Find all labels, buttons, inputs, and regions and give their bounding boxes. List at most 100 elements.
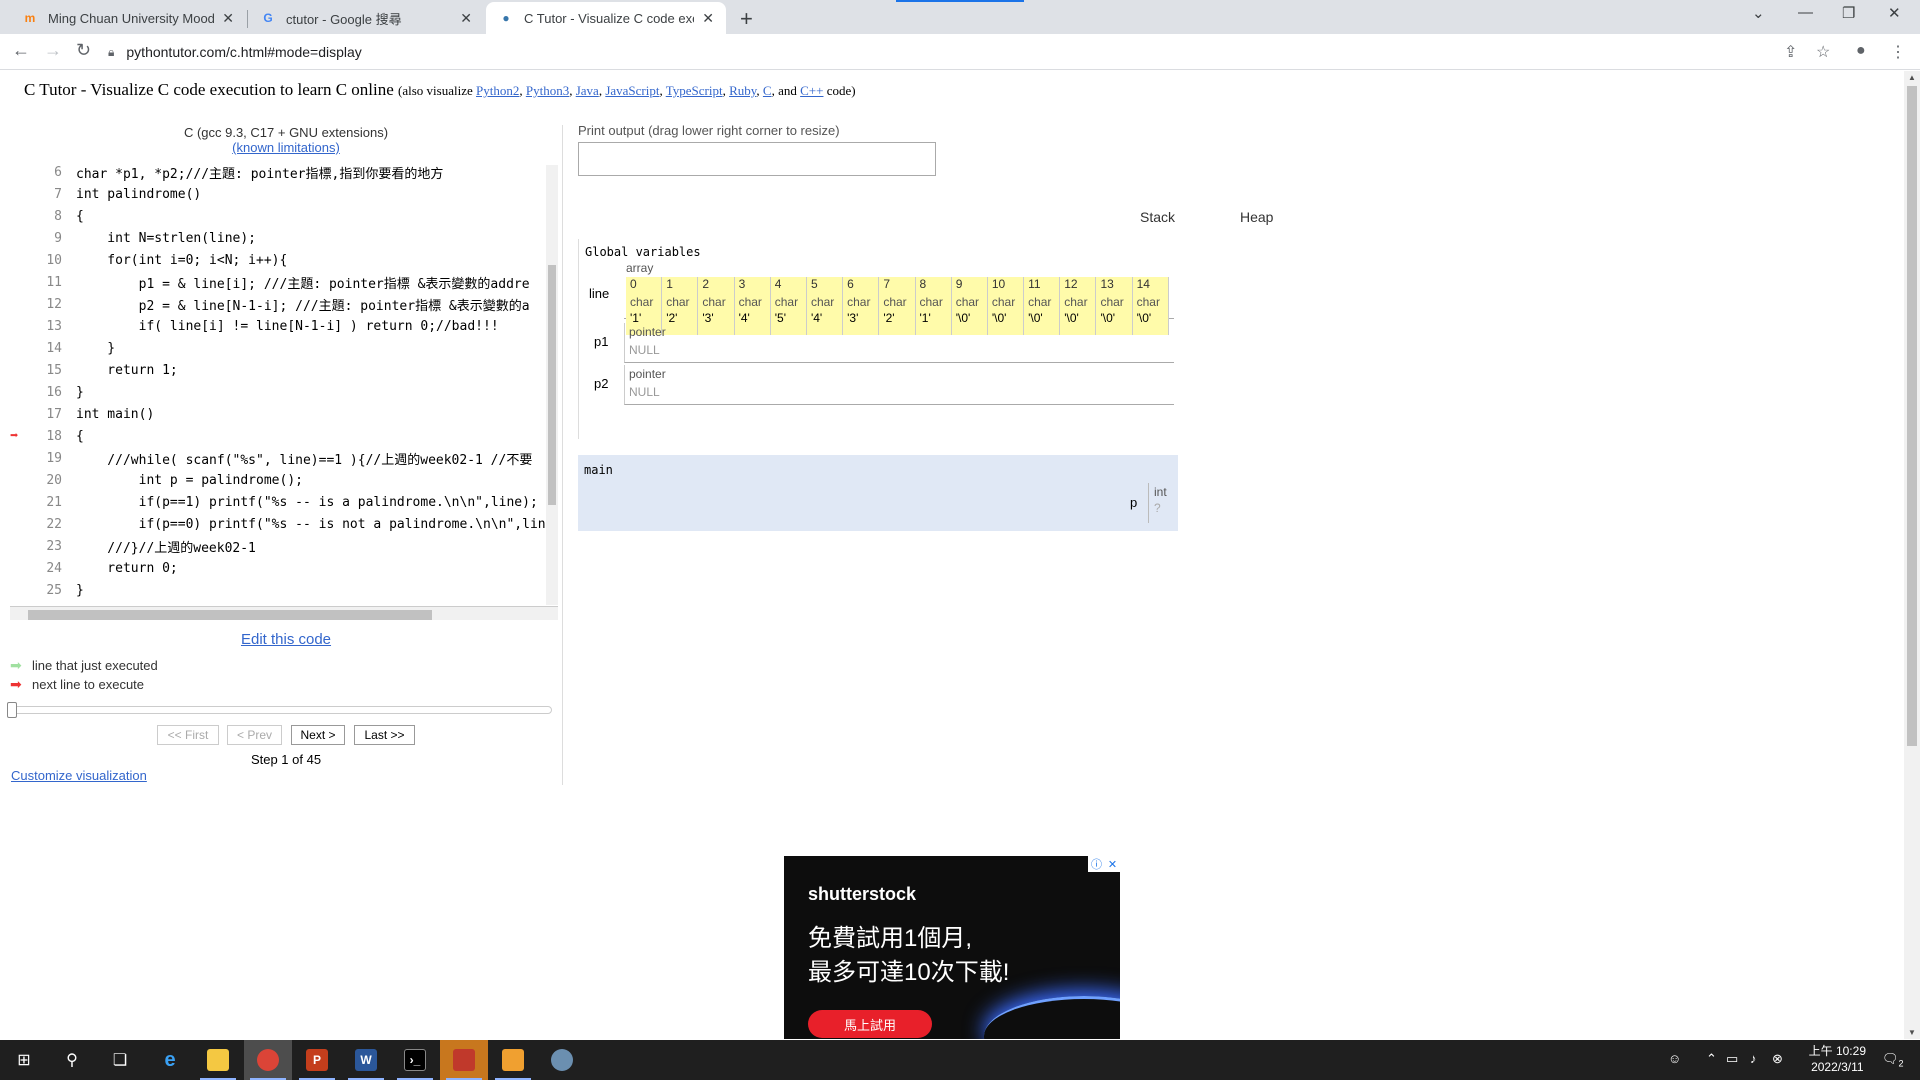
link-javascript[interactable]: JavaScript bbox=[605, 83, 659, 98]
file-explorer-icon[interactable] bbox=[194, 1040, 242, 1080]
link-c[interactable]: C bbox=[763, 83, 772, 98]
reload-icon[interactable]: ↻ bbox=[76, 40, 91, 61]
line-source: return 1; bbox=[76, 362, 178, 378]
print-output-label: Print output (drag lower right corner to… bbox=[578, 123, 840, 138]
bookmark-star-icon[interactable]: ☆ bbox=[1816, 42, 1830, 62]
cell-index: 11 bbox=[1028, 277, 1041, 291]
address-bar[interactable]: 🔒︎ pythontutor.com/c.html#mode=display bbox=[108, 38, 1808, 66]
app-icon[interactable] bbox=[489, 1040, 537, 1080]
moodle-icon: m bbox=[24, 11, 36, 25]
line-number: 13 bbox=[46, 318, 62, 334]
cell-type: char bbox=[1136, 295, 1160, 309]
link-java[interactable]: Java bbox=[576, 83, 599, 98]
line-number: 6 bbox=[54, 164, 62, 180]
link-python3[interactable]: Python3 bbox=[526, 83, 569, 98]
back-icon[interactable]: ← bbox=[12, 40, 30, 61]
advertisement[interactable]: ⓘ ✕ shutterstock 免費試用1個月, 最多可達10次下載! 馬上試用 bbox=[784, 856, 1120, 1039]
people-icon[interactable]: ☺ bbox=[1668, 1051, 1681, 1066]
forward-icon[interactable]: → bbox=[44, 40, 62, 61]
google-icon: G bbox=[263, 11, 273, 25]
codeblocks-icon[interactable] bbox=[440, 1040, 488, 1080]
window-close-icon[interactable]: ✕ bbox=[1888, 4, 1901, 22]
windows-taskbar: ⊞ ⚲ ❏ e P W ›_ ☺ ⌃ ▭ ♪ ⊗ 上午 10:29 2022/3… bbox=[0, 1040, 1920, 1080]
tab-title: Ming Chuan University Moodle bbox=[48, 10, 215, 26]
notification-icon[interactable]: 🗨︎2 bbox=[1882, 1051, 1904, 1069]
scroll-thumb[interactable] bbox=[548, 265, 556, 505]
close-icon[interactable]: ✕ bbox=[702, 10, 714, 27]
tab-ctutor[interactable]: ● C Tutor - Visualize C code execu ✕ bbox=[486, 2, 726, 34]
customize-link[interactable]: Customize visualization bbox=[11, 768, 147, 783]
p2-value: NULL bbox=[629, 385, 660, 399]
p1-type: pointer bbox=[629, 325, 666, 339]
tab-search-icon[interactable]: ⌄ bbox=[1752, 4, 1765, 22]
ad-brand: shutterstock bbox=[808, 884, 917, 904]
network-icon[interactable]: ▭ bbox=[1726, 1051, 1738, 1067]
print-output-box[interactable] bbox=[578, 142, 936, 176]
line-source: ///while( scanf("%s", line)==1 ){//上週的we… bbox=[76, 452, 533, 468]
code-line: 7 int palindrome() bbox=[10, 183, 558, 205]
page-scrollbar[interactable]: ▲ ▼ bbox=[1904, 71, 1920, 1039]
edit-code-link[interactable]: Edit this code bbox=[241, 631, 331, 648]
link-ruby[interactable]: Ruby bbox=[729, 83, 756, 98]
link-python2[interactable]: Python2 bbox=[476, 83, 519, 98]
prev-button[interactable]: < Prev bbox=[227, 725, 282, 745]
code-vertical-scrollbar[interactable] bbox=[546, 165, 558, 605]
share-icon[interactable]: ⇪ bbox=[1784, 42, 1797, 62]
slider-handle[interactable] bbox=[7, 702, 17, 718]
title-main: C Tutor - Visualize C code execution to … bbox=[24, 80, 394, 99]
link-typescript[interactable]: TypeScript bbox=[666, 83, 723, 98]
start-icon[interactable]: ⊞ bbox=[0, 1040, 48, 1080]
chrome-icon[interactable] bbox=[244, 1040, 292, 1080]
cell-type: char bbox=[883, 295, 907, 309]
line-number: 19 bbox=[46, 450, 62, 466]
page-title: C Tutor - Visualize C code execution to … bbox=[24, 80, 856, 99]
title-end: code) bbox=[826, 83, 856, 98]
first-button[interactable]: << First bbox=[157, 725, 219, 745]
menu-icon[interactable]: ⋮ bbox=[1890, 42, 1906, 62]
tab-moodle[interactable]: m Ming Chuan University Moodle ✕ bbox=[10, 2, 246, 34]
ad-graphic bbox=[984, 996, 1120, 1039]
word-icon[interactable]: W bbox=[342, 1040, 390, 1080]
tab-title: C Tutor - Visualize C code execu bbox=[524, 10, 695, 26]
scroll-thumb[interactable] bbox=[28, 610, 432, 620]
ad-cta-button[interactable]: 馬上試用 bbox=[808, 1010, 932, 1038]
code-horizontal-scrollbar[interactable] bbox=[10, 606, 558, 620]
known-limitations-link[interactable]: (known limitations) bbox=[232, 140, 340, 155]
line-source: char *p1, *p2;///主題: pointer指標,指到你要看的地方 bbox=[76, 166, 444, 182]
system-clock[interactable]: 上午 10:29 2022/3/11 bbox=[1809, 1043, 1866, 1075]
page-scroll-thumb[interactable] bbox=[1907, 86, 1917, 746]
legend-executed: ➡ line that just executed bbox=[10, 657, 158, 674]
ad-choices-icon[interactable]: ⓘ ✕ bbox=[1088, 856, 1120, 872]
tab-google[interactable]: G ctutor - Google 搜尋 ✕ bbox=[248, 2, 484, 34]
last-button[interactable]: Last >> bbox=[354, 725, 415, 745]
p-value: ? bbox=[1154, 501, 1161, 515]
terminal-icon[interactable]: ›_ bbox=[391, 1040, 439, 1080]
volume-icon[interactable]: ♪ bbox=[1750, 1051, 1757, 1066]
powerpoint-icon[interactable]: P bbox=[293, 1040, 341, 1080]
line-number: 21 bbox=[46, 494, 62, 510]
scroll-up-icon[interactable]: ▲ bbox=[1908, 73, 1916, 82]
edge-icon[interactable]: e bbox=[146, 1040, 194, 1080]
tray-expand-icon[interactable]: ⌃ bbox=[1706, 1051, 1717, 1067]
restore-icon[interactable]: ❐ bbox=[1842, 4, 1855, 22]
close-icon[interactable]: ✕ bbox=[222, 10, 234, 27]
close-icon[interactable]: ✕ bbox=[460, 10, 472, 27]
legend-next: ➡ next line to execute bbox=[10, 676, 144, 693]
cell-index: 9 bbox=[955, 277, 963, 291]
task-view-icon[interactable]: ❏ bbox=[96, 1040, 144, 1080]
minimize-icon[interactable]: — bbox=[1798, 4, 1813, 21]
red-arrow-icon: ➡ bbox=[10, 676, 22, 692]
paint-icon[interactable] bbox=[538, 1040, 586, 1080]
profile-icon[interactable]: ● bbox=[1856, 42, 1866, 60]
scroll-down-icon[interactable]: ▼ bbox=[1908, 1028, 1916, 1037]
code-line: 11 p1 = & line[i]; ///主題: pointer指標 &表示變… bbox=[10, 271, 558, 293]
link-cpp[interactable]: C++ bbox=[800, 83, 823, 98]
next-button[interactable]: Next > bbox=[291, 725, 345, 745]
code-line: 21 if(p==1) printf("%s -- is a palindrom… bbox=[10, 491, 558, 513]
step-slider[interactable] bbox=[7, 702, 552, 718]
search-icon[interactable]: ⚲ bbox=[48, 1040, 96, 1080]
array-type-label: array bbox=[626, 261, 654, 275]
heap-heading: Heap bbox=[1240, 209, 1274, 225]
new-tab-button[interactable]: + bbox=[740, 6, 753, 32]
ime-icon[interactable]: ⊗ bbox=[1772, 1051, 1783, 1067]
